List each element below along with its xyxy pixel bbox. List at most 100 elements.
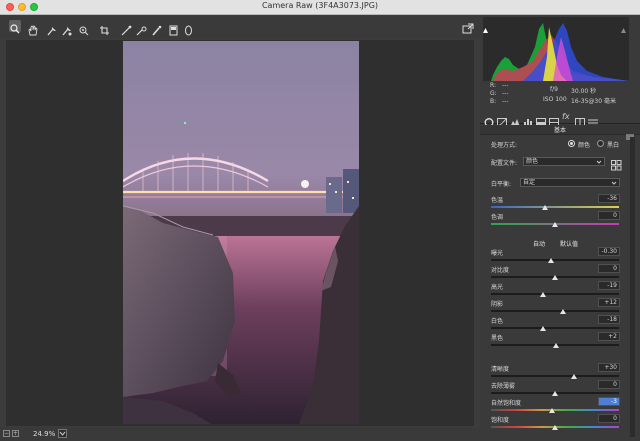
- default-button[interactable]: 默认值: [560, 239, 578, 248]
- tab-calibration[interactable]: [575, 112, 585, 127]
- auto-button[interactable]: 自动: [533, 239, 545, 248]
- hand-tool-button[interactable]: [27, 21, 38, 36]
- photo-preview[interactable]: [123, 41, 359, 424]
- white-balance-select[interactable]: 自定: [520, 178, 620, 187]
- rgb-g-label: G:: [490, 90, 497, 97]
- slider-thumb[interactable]: [553, 343, 560, 348]
- slider-track[interactable]: [491, 310, 619, 312]
- chevron-down-icon: [611, 181, 617, 185]
- slider-value-field[interactable]: +2: [598, 332, 620, 341]
- tab-effects[interactable]: fx: [562, 112, 572, 121]
- slider-label: 色温: [491, 197, 504, 204]
- slider-track[interactable]: [491, 293, 619, 295]
- shutter-value: 30.00 秒: [571, 88, 597, 95]
- profile-browser-button[interactable]: [611, 156, 622, 171]
- rgb-b-value: ---: [502, 98, 509, 105]
- spot-removal-tool-button[interactable]: [136, 21, 147, 36]
- slider-value-field[interactable]: 0: [598, 264, 620, 273]
- slider-track[interactable]: [491, 206, 619, 208]
- slider-track[interactable]: [491, 259, 619, 261]
- open-preferences-icon: [462, 23, 474, 34]
- panel-tabs: fx: [480, 110, 640, 127]
- slider-thumb[interactable]: [548, 258, 555, 263]
- slider-thumb[interactable]: [552, 275, 558, 280]
- radial-filter-tool-button[interactable]: [183, 21, 194, 36]
- slider-value-field[interactable]: +30: [598, 363, 620, 372]
- slider-thumb[interactable]: [549, 408, 556, 413]
- panel-menu-button[interactable]: [626, 126, 634, 140]
- target-adjust-tool-button[interactable]: [78, 21, 89, 36]
- slider-track[interactable]: [491, 327, 619, 329]
- slider-track[interactable]: [491, 375, 619, 377]
- straighten-tool-button[interactable]: [121, 21, 132, 36]
- slider-thumb[interactable]: [552, 425, 558, 430]
- radial-filter-icon: [185, 25, 192, 36]
- histogram: [483, 17, 629, 81]
- slider-value-field[interactable]: +12: [598, 298, 620, 307]
- slider-label: 饱和度: [491, 417, 510, 424]
- slider-value-field[interactable]: -19: [598, 281, 620, 290]
- graduated-filter-tool-button[interactable]: [168, 21, 179, 36]
- chevron-down-icon: [59, 431, 66, 436]
- tab-split-toning[interactable]: [536, 112, 546, 127]
- color-sampler-tool-button[interactable]: [61, 21, 72, 36]
- treatment-color-radio[interactable]: [568, 140, 575, 147]
- slider-value-field[interactable]: 0: [598, 211, 620, 220]
- open-preferences-button[interactable]: [462, 20, 474, 34]
- camera-raw-window: Camera Raw (3F4A3073.JPG) − + 24.9% R: -…: [0, 0, 640, 441]
- title-bar: Camera Raw (3F4A3073.JPG): [0, 0, 640, 15]
- zoom-out-button[interactable]: −: [3, 430, 10, 437]
- slider-thumb[interactable]: [552, 391, 558, 396]
- treatment-bw-radio[interactable]: [597, 140, 604, 147]
- slider-value-field[interactable]: -0.30: [598, 247, 620, 256]
- profile-select[interactable]: 颜色: [523, 157, 605, 166]
- image-preview-area[interactable]: [6, 40, 474, 426]
- tab-lens[interactable]: [549, 112, 559, 127]
- treatment-label: 处理方式:: [491, 142, 518, 149]
- radio-dot: [570, 142, 573, 145]
- white-balance-value: 自定: [523, 179, 536, 186]
- tab-detail[interactable]: [510, 112, 520, 127]
- slider-label: 清晰度: [491, 366, 510, 373]
- shadow-clipping-warning[interactable]: [483, 18, 488, 33]
- highlight-clipping-warning[interactable]: [621, 18, 626, 33]
- clipping-triangle-icon: [621, 28, 626, 33]
- slider-thumb[interactable]: [541, 205, 548, 210]
- slider-label: 去除薄雾: [491, 383, 516, 390]
- slider-thumb[interactable]: [552, 222, 558, 227]
- tab-hsl[interactable]: [523, 112, 533, 127]
- color-sampler-icon: [62, 27, 72, 36]
- slider-value-field[interactable]: -3: [598, 397, 620, 406]
- slider-value-field[interactable]: 0: [598, 414, 620, 423]
- slider-thumb[interactable]: [540, 292, 547, 297]
- white-balance-label: 白平衡:: [491, 181, 512, 188]
- tab-presets[interactable]: [588, 112, 598, 127]
- slider-label: 自然饱和度: [491, 400, 522, 407]
- profile-label: 配置文件:: [491, 160, 518, 167]
- slider-value-field[interactable]: -18: [598, 315, 620, 324]
- tab-basic[interactable]: [484, 112, 494, 127]
- zoom-in-button[interactable]: +: [12, 430, 19, 437]
- slider-value-field[interactable]: 0: [598, 380, 620, 389]
- slider-value-field[interactable]: -36: [598, 194, 620, 203]
- profile-select-value: 颜色: [526, 158, 539, 165]
- rgb-b-label: B:: [490, 98, 497, 105]
- slider-thumb[interactable]: [559, 309, 566, 314]
- slider-label: 高光: [491, 284, 504, 291]
- white-balance-tool-button[interactable]: [46, 21, 57, 36]
- tab-tone-curve[interactable]: [497, 112, 507, 127]
- slider-thumb[interactable]: [540, 326, 547, 331]
- brush-tool-button[interactable]: [151, 21, 162, 36]
- target-adjust-icon: [79, 26, 89, 36]
- spot-removal-icon: [136, 26, 147, 36]
- crop-tool-button[interactable]: [99, 21, 110, 35]
- zoom-tool-button[interactable]: [9, 20, 21, 34]
- status-bar: − + 24.9%: [0, 427, 480, 441]
- histogram-graph: [491, 23, 629, 81]
- chevron-down-icon: [596, 160, 602, 164]
- toolbar: [0, 15, 480, 39]
- zoom-dropdown-button[interactable]: [58, 429, 67, 438]
- slider-thumb[interactable]: [571, 374, 578, 379]
- night-bridge-photo: [123, 41, 359, 424]
- panel-scrollbar[interactable]: [630, 137, 635, 437]
